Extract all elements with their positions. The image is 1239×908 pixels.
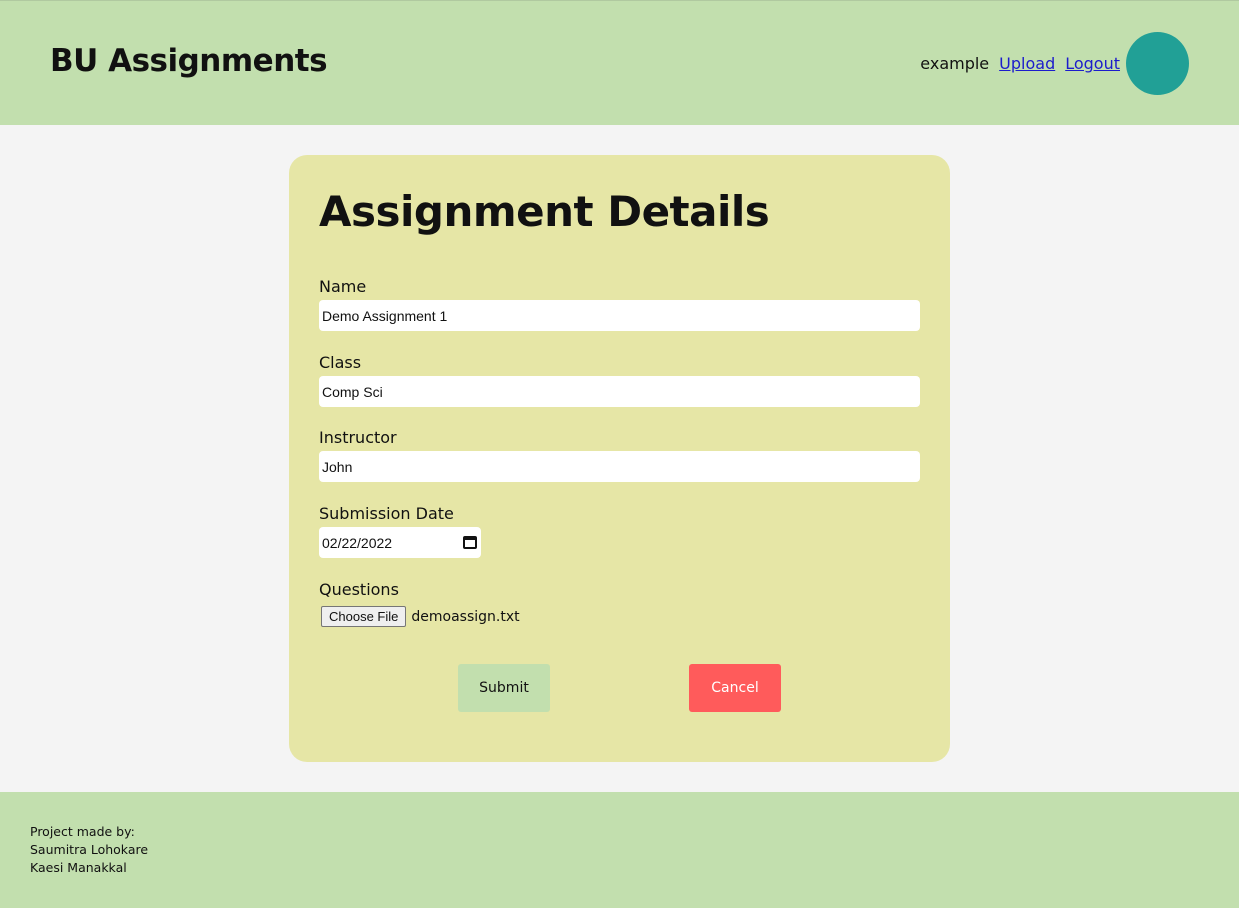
username-label: example	[920, 54, 990, 73]
cancel-button[interactable]: Cancel	[689, 664, 781, 712]
form-title: Assignment Details	[319, 187, 770, 236]
credits-author-2: Kaesi Manakkal	[30, 860, 127, 875]
class-input[interactable]	[319, 376, 920, 407]
questions-file-input: Choose File demoassign.txt	[321, 606, 520, 627]
upload-link[interactable]: Upload	[999, 54, 1055, 73]
submit-button[interactable]: Submit	[458, 664, 550, 712]
name-label: Name	[319, 277, 367, 296]
credits-heading: Project made by:	[30, 824, 135, 839]
top-nav: example Upload Logout	[920, 54, 1120, 73]
submission-date-label: Submission Date	[319, 504, 454, 523]
site-title: BU Assignments	[50, 43, 328, 79]
choose-file-button[interactable]: Choose File	[321, 606, 407, 627]
calendar-icon[interactable]	[463, 536, 477, 549]
class-label: Class	[319, 353, 362, 372]
footer-credits: Project made by: Saumitra Lohokare Kaesi…	[30, 823, 148, 877]
logout-link[interactable]: Logout	[1065, 54, 1120, 73]
site-header: BU Assignments example Upload Logout	[0, 0, 1239, 125]
questions-label: Questions	[319, 580, 399, 599]
credits-author-1: Saumitra Lohokare	[30, 842, 149, 857]
instructor-input[interactable]	[319, 451, 920, 482]
avatar[interactable]	[1126, 32, 1189, 95]
submission-date-input[interactable]: 02/22/2022	[319, 527, 481, 558]
date-value: 02/22/2022	[322, 534, 393, 551]
name-input[interactable]	[319, 300, 920, 331]
site-footer: Project made by: Saumitra Lohokare Kaesi…	[0, 792, 1239, 908]
selected-file-name: demoassign.txt	[411, 608, 520, 625]
instructor-label: Instructor	[319, 428, 397, 447]
assignment-form-card: Assignment Details Name Class Instructor…	[289, 155, 950, 762]
